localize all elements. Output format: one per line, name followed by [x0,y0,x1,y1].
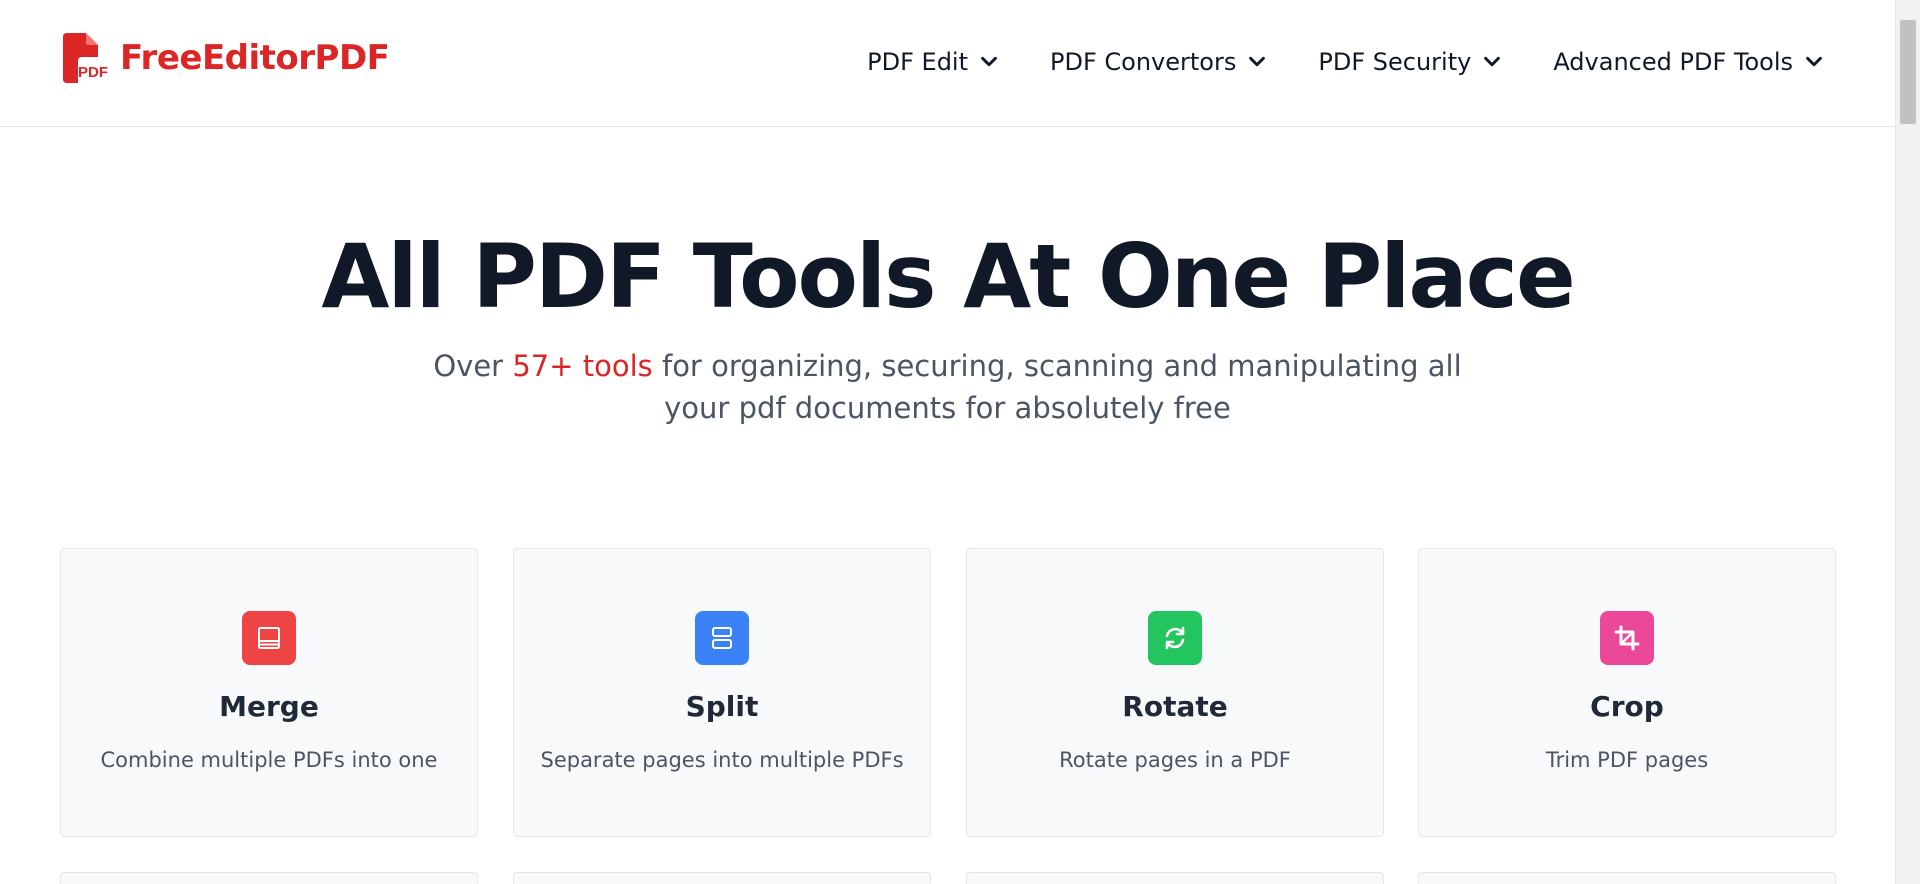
nav-label: Advanced PDF Tools [1553,48,1793,76]
page: PDF FreeEditorPDF PDF Edit PDF Convertor… [0,0,1920,884]
tool-card-rotate[interactable]: Rotate Rotate pages in a PDF [966,548,1384,837]
tool-description: Trim PDF pages [1545,748,1709,772]
logo-badge-text: PDF [78,64,108,81]
pdf-file-icon: PDF [63,33,108,83]
nav-pdf-convertors[interactable]: PDF Convertors [1050,42,1268,82]
brand-name: FreeEditorPDF [120,38,390,78]
nav-label: PDF Security [1318,48,1472,76]
nav-advanced-pdf-tools[interactable]: Advanced PDF Tools [1553,42,1825,82]
tool-description: Separate pages into multiple PDFs [540,748,904,772]
site-header: PDF FreeEditorPDF PDF Edit PDF Convertor… [0,0,1895,127]
tool-title: Split [685,690,759,723]
crop-icon [1600,611,1654,665]
tool-card-partial[interactable] [966,872,1384,884]
page-scrollbar[interactable] [1895,0,1920,884]
split-icon-glyph [712,627,732,649]
scrollbar-thumb[interactable] [1900,20,1916,124]
rotate-icon [1148,611,1202,665]
tool-title: Merge [219,690,319,723]
merge-icon-glyph [258,627,280,649]
crop-icon-glyph [1614,625,1640,651]
split-icon [695,611,749,665]
rotate-icon-glyph [1165,626,1185,650]
tool-title: Crop [1590,690,1664,723]
nav-pdf-security[interactable]: PDF Security [1318,42,1503,82]
tool-count-highlight: 57+ tools [512,349,653,383]
tool-description: Combine multiple PDFs into one [100,748,438,772]
subtitle-text: Over [433,349,513,383]
page-title: All PDF Tools At One Place [321,225,1575,328]
tool-title: Rotate [1122,690,1228,723]
tool-card-partial[interactable] [60,872,478,884]
tool-card-merge[interactable]: Merge Combine multiple PDFs into one [60,548,478,837]
nav-pdf-edit[interactable]: PDF Edit [867,42,1000,82]
tool-card-partial[interactable] [1418,872,1836,884]
main-nav: PDF Edit PDF Convertors PDF Security Adv… [867,42,1825,82]
subtitle-text: for organizing, securing, scanning and m… [652,349,1462,425]
chevron-down-icon [981,56,997,67]
logo-link[interactable]: PDF FreeEditorPDF [60,33,390,83]
tool-description: Rotate pages in a PDF [1059,748,1291,772]
chevron-down-icon [1484,56,1501,67]
chevron-down-icon [1249,56,1266,67]
chevron-down-icon [1806,56,1822,67]
nav-label: PDF Edit [867,48,969,76]
merge-icon [242,611,296,665]
nav-label: PDF Convertors [1050,48,1237,76]
tool-card-partial[interactable] [513,872,931,884]
hero-subtitle: Over 57+ tools for organizing, securing,… [430,345,1465,429]
tool-card-split[interactable]: Split Separate pages into multiple PDFs [513,548,931,837]
tool-card-crop[interactable]: Crop Trim PDF pages [1418,548,1836,837]
